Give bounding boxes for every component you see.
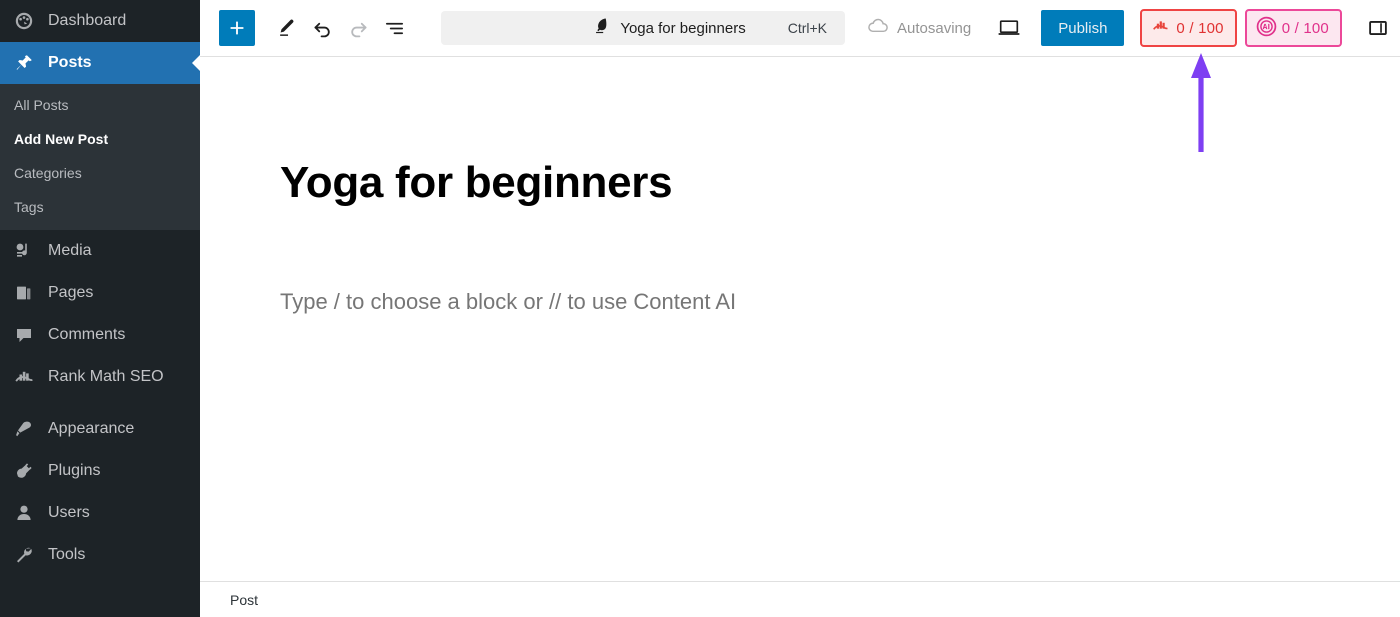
tools-icon bbox=[10, 544, 38, 566]
users-icon bbox=[10, 502, 38, 524]
sidebar-item-appearance[interactable]: Appearance bbox=[0, 408, 200, 450]
edit-mode-button[interactable] bbox=[268, 10, 304, 46]
settings-sidebar-toggle-button[interactable] bbox=[1360, 10, 1396, 46]
submenu-item-categories[interactable]: Categories bbox=[0, 156, 200, 190]
sidebar-item-label: Appearance bbox=[48, 420, 135, 437]
sidebar-item-pages[interactable]: Pages bbox=[0, 272, 200, 314]
sidebar-item-plugins[interactable]: Plugins bbox=[0, 450, 200, 492]
pages-icon bbox=[10, 282, 38, 304]
submenu-item-add-new-post[interactable]: Add New Post bbox=[0, 122, 200, 156]
command-bar[interactable]: Yoga for beginners Ctrl+K bbox=[441, 11, 845, 45]
command-bar-shortcut: Ctrl+K bbox=[787, 20, 827, 36]
sidebar-item-comments[interactable]: Comments bbox=[0, 314, 200, 356]
sidebar-item-label: Plugins bbox=[48, 462, 101, 479]
media-icon bbox=[10, 240, 38, 262]
editor-footer: Post bbox=[200, 581, 1400, 617]
autosave-status: Autosaving bbox=[867, 18, 971, 38]
sidebar-item-label: Dashboard bbox=[48, 12, 127, 29]
command-bar-title: Yoga for beginners bbox=[620, 19, 746, 37]
document-overview-button[interactable] bbox=[376, 10, 412, 46]
appearance-icon bbox=[10, 418, 38, 440]
sidebar-item-label: Posts bbox=[48, 54, 92, 71]
sidebar-toggle-icon bbox=[1369, 21, 1387, 35]
publish-button[interactable]: Publish bbox=[1041, 10, 1125, 46]
sidebar-item-media[interactable]: Media bbox=[0, 230, 200, 272]
pin-icon bbox=[10, 52, 38, 74]
cloud-icon bbox=[867, 18, 889, 38]
content-ai-score-badge[interactable]: 0 / 100 bbox=[1244, 9, 1342, 47]
rank-math-icon bbox=[1151, 18, 1171, 38]
sidebar-item-label: Comments bbox=[48, 326, 126, 343]
autosave-label: Autosaving bbox=[897, 19, 972, 37]
editor-region: Yoga for beginners Ctrl+K Autosaving Pub… bbox=[200, 0, 1400, 617]
redo-button[interactable] bbox=[340, 10, 376, 46]
sidebar-item-users[interactable]: Users bbox=[0, 492, 200, 534]
sidebar-item-label: Rank Math SEO bbox=[48, 368, 164, 385]
desktop-preview-icon bbox=[998, 20, 1020, 35]
dashboard-icon bbox=[10, 10, 38, 32]
document-overview-icon bbox=[385, 22, 403, 34]
posts-submenu: All Posts Add New Post Categories Tags bbox=[0, 84, 200, 230]
block-placeholder[interactable]: Type / to choose a block or // to use Co… bbox=[280, 289, 1400, 315]
preview-device-button[interactable] bbox=[991, 10, 1027, 46]
plus-icon bbox=[230, 21, 244, 35]
sidebar-item-label: Users bbox=[48, 504, 90, 521]
admin-sidebar: Dashboard Posts All Posts Add New Post C… bbox=[0, 0, 200, 617]
content-ai-score-value: 0 / 100 bbox=[1281, 19, 1329, 37]
sidebar-item-posts[interactable]: Posts bbox=[0, 42, 200, 84]
add-block-button[interactable] bbox=[219, 10, 255, 46]
editor-canvas[interactable]: Yoga for beginners Type / to choose a bl… bbox=[200, 57, 1400, 581]
seo-score-badge[interactable]: 0 / 100 bbox=[1140, 9, 1237, 47]
sidebar-divider bbox=[0, 398, 200, 408]
sidebar-item-label: Tools bbox=[48, 546, 86, 563]
undo-icon bbox=[313, 22, 330, 37]
rank-math-icon bbox=[10, 366, 38, 388]
redo-icon bbox=[350, 22, 367, 37]
sidebar-item-dashboard[interactable]: Dashboard bbox=[0, 0, 200, 42]
seo-score-value: 0 / 100 bbox=[1176, 19, 1224, 37]
pencil-icon bbox=[280, 19, 294, 36]
submenu-item-all-posts[interactable]: All Posts bbox=[0, 88, 200, 122]
sidebar-item-label: Media bbox=[48, 242, 92, 259]
wordpress-block-editor: Dashboard Posts All Posts Add New Post C… bbox=[0, 0, 1400, 617]
editor-header: Yoga for beginners Ctrl+K Autosaving Pub… bbox=[200, 0, 1400, 57]
sidebar-item-rank-math-seo[interactable]: Rank Math SEO bbox=[0, 356, 200, 398]
undo-button[interactable] bbox=[304, 10, 340, 46]
breadcrumb[interactable]: Post bbox=[230, 592, 258, 608]
post-title[interactable]: Yoga for beginners bbox=[280, 158, 1400, 207]
active-arrow-indicator bbox=[192, 55, 200, 71]
sidebar-item-label: Pages bbox=[48, 284, 94, 301]
submenu-item-tags[interactable]: Tags bbox=[0, 190, 200, 224]
comments-icon bbox=[10, 324, 38, 346]
sidebar-item-tools[interactable]: Tools bbox=[0, 534, 200, 576]
quill-icon bbox=[591, 16, 610, 40]
content-ai-icon bbox=[1256, 16, 1277, 41]
plugins-icon bbox=[10, 460, 38, 482]
